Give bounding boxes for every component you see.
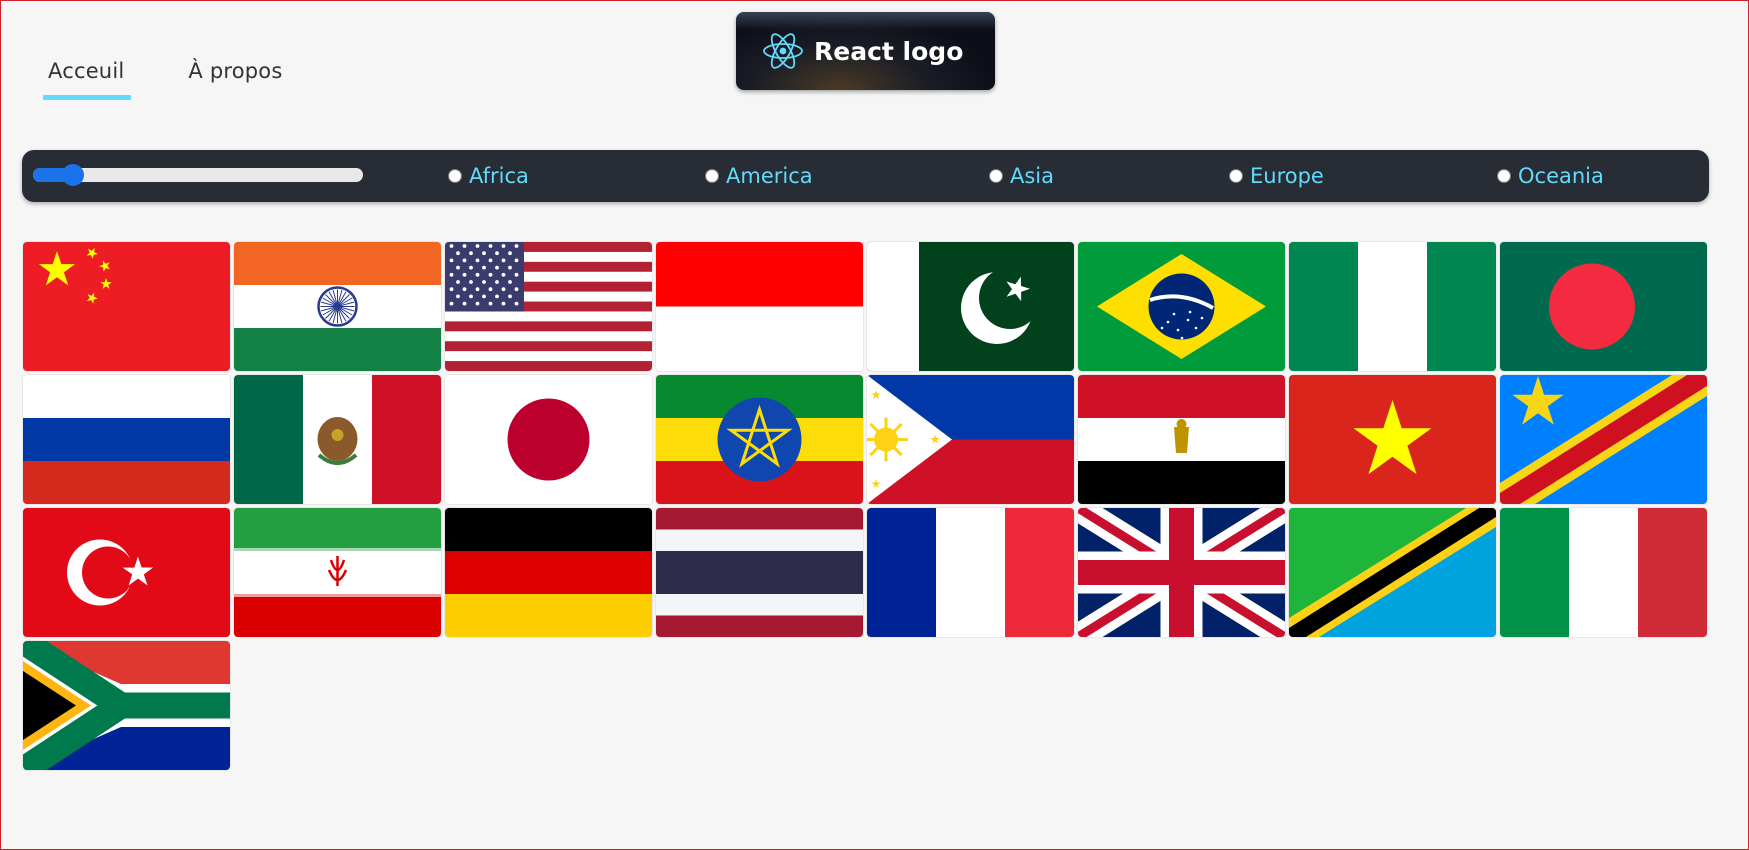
flag-brazil-image <box>1078 242 1285 371</box>
flag-philippines[interactable] <box>867 375 1074 504</box>
radio-button[interactable] <box>705 169 719 183</box>
flag-china-image <box>23 242 230 371</box>
flag-egypt-image <box>1078 375 1285 504</box>
radio-label: Europe <box>1250 164 1324 188</box>
flag-japan[interactable] <box>445 375 652 504</box>
flag-iran-image <box>234 508 441 637</box>
flag-nigeria[interactable] <box>1289 242 1496 371</box>
radio-africa[interactable]: Africa <box>448 164 529 188</box>
filter-bar: Africa America Asia Europe Oceania <box>22 150 1709 202</box>
main-nav: Acceuil À propos <box>41 59 340 104</box>
flag-egypt[interactable] <box>1078 375 1285 504</box>
slider-thumb[interactable] <box>61 164 84 186</box>
flag-china[interactable] <box>23 242 230 371</box>
flag-germany-image <box>445 508 652 637</box>
flag-ethiopia-image <box>656 375 863 504</box>
flag-mexico[interactable] <box>234 375 441 504</box>
flag-germany[interactable] <box>445 508 652 637</box>
flag-india-image <box>234 242 441 371</box>
nav-link-about[interactable]: À propos <box>181 59 289 102</box>
flag-united-states[interactable] <box>445 242 652 371</box>
flag-tanzania-image <box>1289 508 1496 637</box>
flag-tanzania[interactable] <box>1289 508 1496 637</box>
flag-france[interactable] <box>867 508 1074 637</box>
flag-dr-congo-image <box>1500 375 1707 504</box>
flag-russia-image <box>23 375 230 504</box>
radio-button[interactable] <box>1497 169 1511 183</box>
flag-united-kingdom-image <box>1078 508 1285 637</box>
flag-vietnam[interactable] <box>1289 375 1496 504</box>
radio-oceania[interactable]: Oceania <box>1497 164 1604 188</box>
flag-bangladesh[interactable] <box>1500 242 1707 371</box>
flag-russia[interactable] <box>23 375 230 504</box>
flag-turkey[interactable] <box>23 508 230 637</box>
radio-europe[interactable]: Europe <box>1229 164 1324 188</box>
radio-label: Oceania <box>1518 164 1604 188</box>
radio-asia[interactable]: Asia <box>989 164 1054 188</box>
flag-united-kingdom[interactable] <box>1078 508 1285 637</box>
flag-india[interactable] <box>234 242 441 371</box>
flag-turkey-image <box>23 508 230 637</box>
flag-thailand-image <box>656 508 863 637</box>
flag-france-image <box>867 508 1074 637</box>
radio-label: America <box>726 164 813 188</box>
flag-nigeria-image <box>1289 242 1496 371</box>
flag-brazil[interactable] <box>1078 242 1285 371</box>
radio-button[interactable] <box>989 169 1003 183</box>
react-atom-icon <box>763 33 803 69</box>
radio-label: Africa <box>469 164 529 188</box>
flag-italy-image <box>1500 508 1707 637</box>
flag-pakistan-image <box>867 242 1074 371</box>
flag-italy[interactable] <box>1500 508 1707 637</box>
population-slider[interactable] <box>33 164 363 186</box>
radio-button[interactable] <box>448 169 462 183</box>
flag-south-africa[interactable] <box>23 641 230 770</box>
logo-text: React logo <box>814 36 964 66</box>
radio-label: Asia <box>1010 164 1055 188</box>
flag-indonesia[interactable] <box>656 242 863 371</box>
flag-japan-image <box>445 375 652 504</box>
flag-mexico-image <box>234 375 441 504</box>
flag-south-africa-image <box>23 641 230 770</box>
flag-philippines-image <box>867 375 1074 504</box>
nav-link-home[interactable]: Acceuil <box>41 59 132 102</box>
flag-dr-congo[interactable] <box>1500 375 1707 504</box>
flag-indonesia-image <box>656 242 863 371</box>
flag-thailand[interactable] <box>656 508 863 637</box>
flag-pakistan[interactable] <box>867 242 1074 371</box>
flag-ethiopia[interactable] <box>656 375 863 504</box>
flag-iran[interactable] <box>234 508 441 637</box>
radio-button[interactable] <box>1229 169 1243 183</box>
react-logo-banner: React logo <box>736 12 995 90</box>
radio-america[interactable]: America <box>705 164 813 188</box>
flag-vietnam-image <box>1289 375 1496 504</box>
flag-united-states-image <box>445 242 652 371</box>
flag-bangladesh-image <box>1500 242 1707 371</box>
